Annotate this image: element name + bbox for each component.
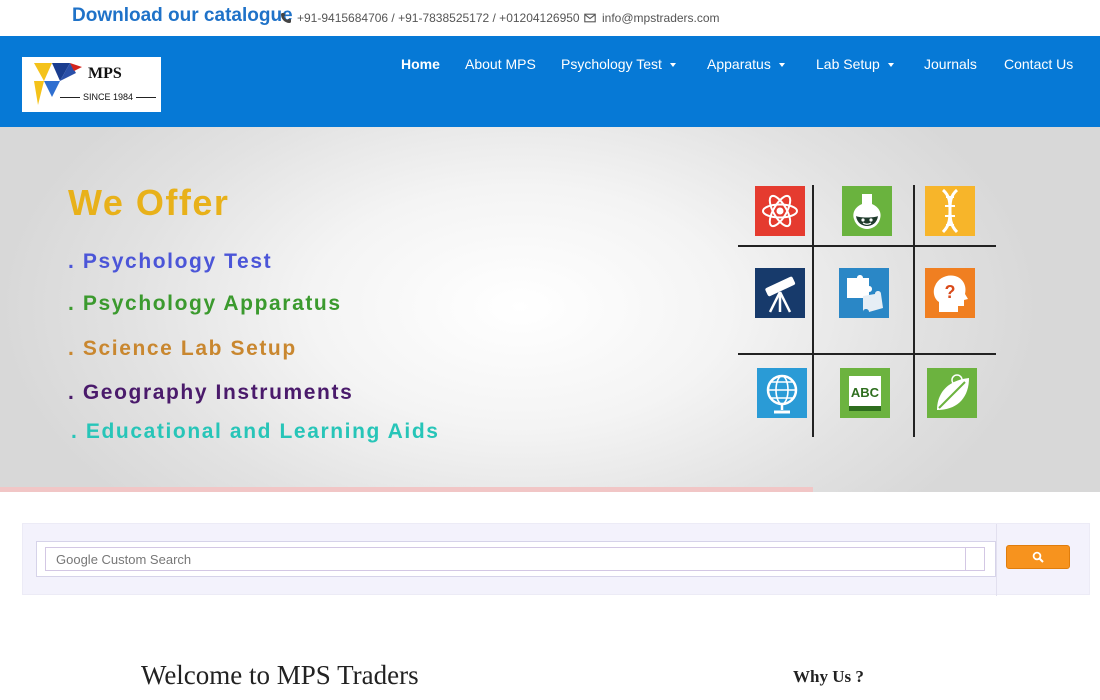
search-button[interactable] bbox=[1006, 545, 1070, 569]
logo-tagline: SINCE 1984 bbox=[60, 92, 156, 102]
nav-lab-setup-label: Lab Setup bbox=[816, 56, 880, 72]
main-menu: Home About MPS Psychology Test Apparatus… bbox=[0, 56, 1100, 76]
main-navbar: MPS SINCE 1984 Home About MPS Psychology… bbox=[0, 36, 1100, 127]
welcome-heading: Welcome to MPS Traders bbox=[141, 660, 419, 690]
offer-science-lab: . Science Lab Setup bbox=[68, 337, 297, 360]
svg-text:?: ? bbox=[945, 282, 956, 302]
custom-search-panel bbox=[22, 523, 1091, 596]
puzzle-icon bbox=[839, 268, 889, 318]
offer-psychology-test: . Psychology Test bbox=[68, 250, 273, 273]
phone-numbers: +91-9415684706 / +91-7838525172 / +01204… bbox=[297, 11, 580, 25]
nav-journals[interactable]: Journals bbox=[924, 56, 977, 72]
contact-email[interactable]: info@mpstraders.com bbox=[584, 11, 720, 25]
search-icon bbox=[1032, 551, 1044, 563]
envelope-icon bbox=[584, 13, 596, 23]
hero-banner: We Offer . Psychology Test . Psychology … bbox=[0, 127, 1100, 492]
search-input[interactable] bbox=[45, 547, 965, 571]
telescope-icon bbox=[755, 268, 805, 318]
search-button-cell bbox=[996, 524, 1091, 596]
logo-since-text: SINCE 1984 bbox=[82, 92, 134, 102]
caret-down-icon bbox=[669, 63, 676, 67]
top-bar: Download our catalogue +91-9415684706 / … bbox=[0, 0, 1100, 36]
nav-psychology-test[interactable]: Psychology Test bbox=[561, 56, 676, 72]
nav-about[interactable]: About MPS bbox=[465, 56, 536, 72]
nav-home-label: Home bbox=[401, 56, 440, 72]
contact-phone: +91-9415684706 / +91-7838525172 / +01204… bbox=[280, 11, 580, 25]
offer-geography: . Geography Instruments bbox=[68, 381, 354, 404]
nav-contact[interactable]: Contact Us bbox=[1004, 56, 1073, 72]
svg-text:ABC: ABC bbox=[851, 385, 880, 400]
nav-contact-label: Contact Us bbox=[1004, 56, 1074, 72]
hero-title: We Offer bbox=[68, 182, 230, 223]
flask-icon bbox=[842, 186, 892, 236]
nav-about-label: About MPS bbox=[465, 56, 536, 72]
caret-down-icon bbox=[887, 63, 894, 67]
nav-apparatus-label: Apparatus bbox=[707, 56, 771, 72]
hero-progress-line bbox=[0, 487, 813, 492]
search-box bbox=[36, 541, 996, 577]
offer-psychology-apparatus: . Psychology Apparatus bbox=[68, 292, 342, 315]
offer-educational-aids: . Educational and Learning Aids bbox=[71, 420, 440, 443]
nav-journals-label: Journals bbox=[924, 56, 977, 72]
globe-icon bbox=[757, 368, 807, 418]
subject-icon-grid: ? ABC bbox=[738, 185, 998, 437]
nav-psychology-test-label: Psychology Test bbox=[561, 56, 662, 72]
dna-icon bbox=[925, 186, 975, 236]
nav-lab-setup[interactable]: Lab Setup bbox=[816, 56, 894, 72]
phone-icon bbox=[281, 13, 291, 23]
leaf-icon bbox=[927, 368, 977, 418]
why-us-heading: Why Us ? bbox=[793, 667, 864, 686]
abc-book-icon: ABC bbox=[840, 368, 890, 418]
caret-down-icon bbox=[778, 63, 785, 67]
atom-icon bbox=[755, 186, 805, 236]
catalogue-download-link[interactable]: Download our catalogue bbox=[72, 5, 293, 27]
email-address[interactable]: info@mpstraders.com bbox=[602, 11, 720, 25]
search-input-end bbox=[965, 547, 985, 571]
head-question-icon: ? bbox=[925, 268, 975, 318]
nav-home[interactable]: Home bbox=[401, 56, 440, 72]
nav-apparatus[interactable]: Apparatus bbox=[707, 56, 785, 72]
